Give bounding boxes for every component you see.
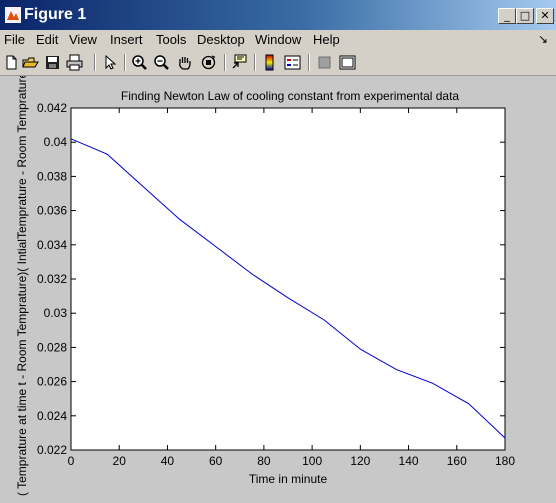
x-tick-label: 20 bbox=[113, 454, 127, 468]
axes-box bbox=[70, 107, 506, 451]
menu-view[interactable]: View bbox=[69, 32, 97, 47]
chart-title: Finding Newton Law of cooling constant f… bbox=[121, 89, 460, 103]
x-tick-label: 60 bbox=[209, 454, 223, 468]
x-tick-label: 120 bbox=[350, 454, 370, 468]
x-tick-label: 0 bbox=[68, 454, 75, 468]
menu-file[interactable]: File bbox=[4, 32, 25, 47]
y-tick-label: 0.038 bbox=[37, 169, 67, 183]
menu-help[interactable]: Help bbox=[313, 32, 340, 47]
menu-desktop[interactable]: Desktop bbox=[197, 32, 245, 47]
y-tick-label: 0.036 bbox=[37, 204, 67, 218]
menu-bar: File Edit View Insert Tools Desktop Wind… bbox=[0, 30, 556, 50]
pan-hand-icon[interactable] bbox=[176, 54, 193, 71]
x-tick-label: 140 bbox=[399, 454, 419, 468]
zoom-out-icon[interactable] bbox=[153, 54, 170, 71]
new-figure-icon[interactable] bbox=[3, 54, 20, 71]
open-file-icon[interactable] bbox=[22, 54, 39, 71]
x-tick-label: 40 bbox=[161, 454, 175, 468]
y-tick-label: 0.042 bbox=[37, 101, 67, 115]
toolbar-separator bbox=[94, 54, 96, 71]
window-title: Figure 1 bbox=[24, 6, 87, 23]
show-plot-tools-icon[interactable] bbox=[339, 54, 356, 71]
y-axis-label: ( Temprature at time t - Room Temprature… bbox=[15, 76, 29, 496]
plot-svg[interactable]: 0 20 40 60 80 100 120 140 160 180 0.022 0.024 0.026 0… bbox=[0, 68, 556, 498]
figure-canvas: 0 20 40 60 80 100 120 140 160 180 0.022 0.024 0.026 0… bbox=[0, 68, 556, 498]
menu-insert[interactable]: Insert bbox=[110, 32, 143, 47]
legend-icon[interactable] bbox=[284, 54, 301, 71]
figure-toolbar bbox=[0, 50, 556, 76]
toolbar-separator bbox=[254, 54, 256, 71]
y-tick-label: 0.026 bbox=[37, 375, 67, 389]
x-tick-label: 180 bbox=[495, 454, 515, 468]
save-icon[interactable] bbox=[44, 54, 61, 71]
toolbar-separator bbox=[224, 54, 226, 71]
window-title-bar[interactable]: Figure 1 _ □ ✕ bbox=[0, 0, 556, 30]
menu-window[interactable]: Window bbox=[255, 32, 301, 47]
matlab-figure-icon bbox=[5, 7, 21, 23]
data-cursor-icon[interactable] bbox=[231, 54, 248, 71]
zoom-in-icon[interactable] bbox=[131, 54, 148, 71]
rotate-3d-icon[interactable] bbox=[200, 54, 217, 71]
edit-plot-arrow-icon[interactable] bbox=[101, 54, 118, 71]
x-tick-label: 160 bbox=[447, 454, 467, 468]
x-axis-label: Time in minute bbox=[249, 472, 328, 486]
colorbar-icon[interactable] bbox=[261, 54, 278, 71]
y-tick-label: 0.022 bbox=[37, 443, 67, 457]
y-tick-label: 0.034 bbox=[37, 238, 67, 252]
print-icon[interactable] bbox=[66, 54, 83, 71]
dock-arrow-icon[interactable]: ↘ bbox=[538, 32, 548, 46]
y-tick-label: 0.032 bbox=[37, 272, 67, 286]
y-tick-label: 0.03 bbox=[44, 306, 68, 320]
maximize-button[interactable]: □ bbox=[516, 8, 534, 24]
hide-plot-tools-icon[interactable] bbox=[316, 54, 333, 71]
menu-edit[interactable]: Edit bbox=[36, 32, 58, 47]
y-tick-label: 0.04 bbox=[44, 135, 68, 149]
y-tick-label: 0.028 bbox=[37, 340, 67, 354]
toolbar-separator bbox=[308, 54, 310, 71]
x-tick-label: 100 bbox=[302, 454, 322, 468]
toolbar-separator bbox=[124, 54, 126, 71]
menu-tools[interactable]: Tools bbox=[156, 32, 186, 47]
minimize-button[interactable]: _ bbox=[498, 8, 516, 24]
close-button[interactable]: ✕ bbox=[536, 8, 554, 24]
x-tick-label: 80 bbox=[257, 454, 271, 468]
y-tick-label: 0.024 bbox=[37, 409, 67, 423]
